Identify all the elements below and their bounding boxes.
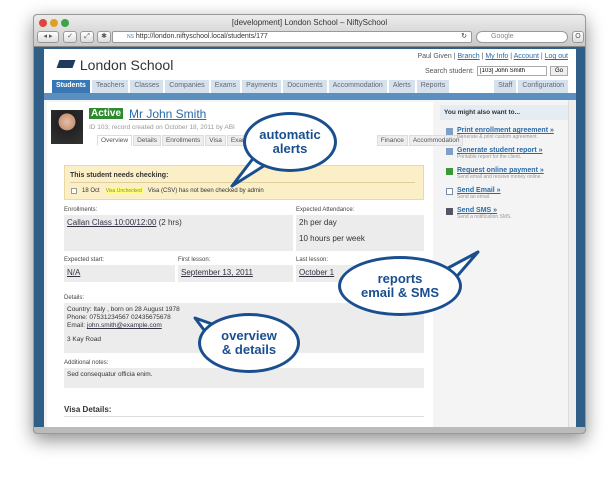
callout-line: overview: [221, 328, 277, 344]
callout-reports-email-sms: reports email & SMS: [338, 256, 462, 316]
callout-line: alerts: [272, 141, 308, 156]
callout-tails: [193, 150, 480, 340]
callout-overview-details: overview & details: [198, 313, 300, 373]
callout-line: email & SMS: [360, 285, 440, 300]
callout-line: & details: [221, 342, 277, 357]
callout-line: automatic: [259, 127, 321, 143]
callout-line: reports: [377, 271, 423, 287]
callout-automatic-alerts: automatic alerts: [243, 112, 337, 172]
